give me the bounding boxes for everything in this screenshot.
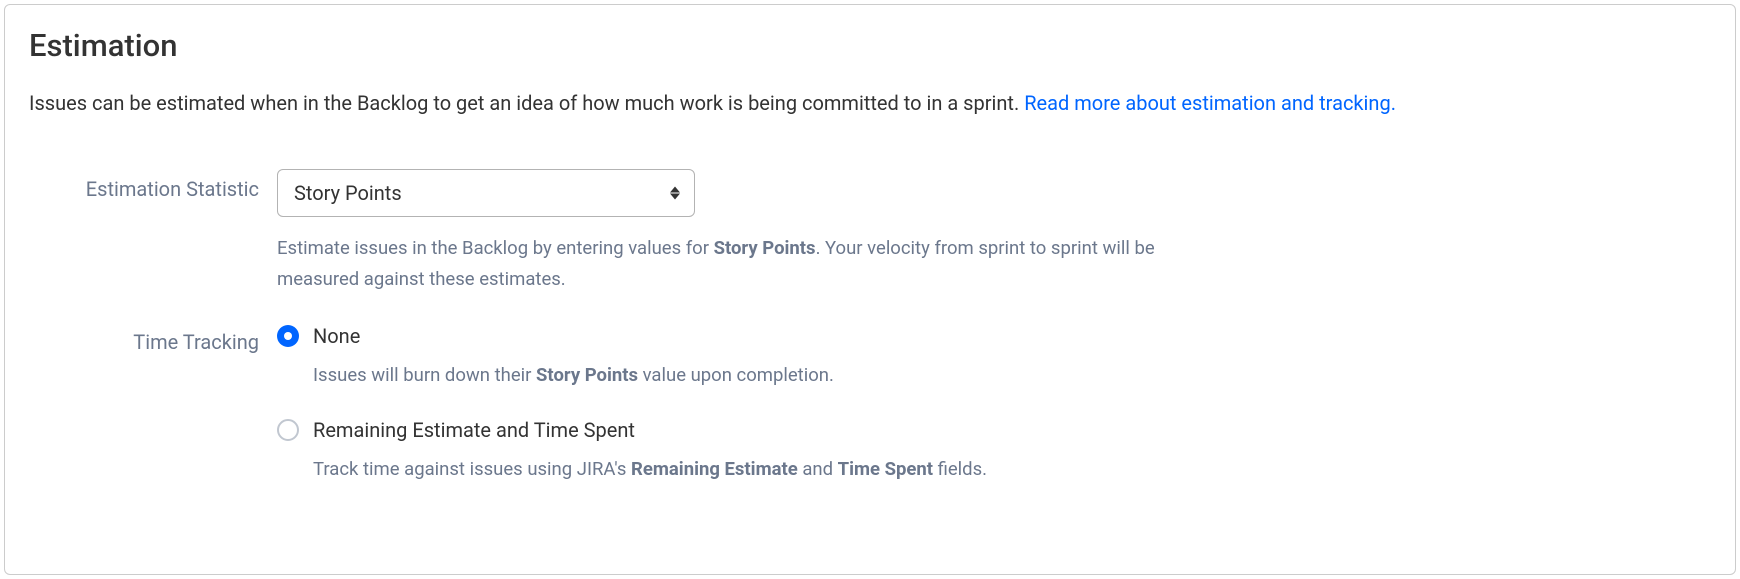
select-value: Story Points xyxy=(294,181,402,205)
radio-description-none: Issues will burn down their Story Points… xyxy=(313,362,1711,390)
estimation-statistic-label: Estimation Statistic xyxy=(29,169,277,201)
time-tracking-radio-group: None Issues will burn down their Story P… xyxy=(277,322,1711,484)
estimation-statistic-control: Story Points Estimate issues in the Back… xyxy=(277,169,1711,294)
radio-label-none: None xyxy=(313,322,1711,350)
panel-description: Issues can be estimated when in the Back… xyxy=(29,88,1711,119)
radio-unselected-icon xyxy=(277,419,299,441)
estimation-statistic-row: Estimation Statistic Story Points Estima… xyxy=(29,169,1711,294)
read-more-link[interactable]: Read more about estimation and tracking. xyxy=(1024,91,1396,115)
estimation-statistic-help: Estimate issues in the Backlog by enteri… xyxy=(277,233,1157,294)
radio-description-remaining: Track time against issues using JIRA's R… xyxy=(313,456,1711,484)
radio-option-remaining-estimate[interactable]: Remaining Estimate and Time Spent Track … xyxy=(277,416,1711,484)
time-tracking-row: Time Tracking None Issues will burn down… xyxy=(29,322,1711,484)
radio-content: None Issues will burn down their Story P… xyxy=(313,322,1711,390)
radio-content: Remaining Estimate and Time Spent Track … xyxy=(313,416,1711,484)
description-text: Issues can be estimated when in the Back… xyxy=(29,91,1024,115)
estimation-panel: Estimation Issues can be estimated when … xyxy=(4,4,1736,575)
time-tracking-control: None Issues will burn down their Story P… xyxy=(277,322,1711,484)
select-arrows-icon xyxy=(670,187,680,200)
radio-label-remaining: Remaining Estimate and Time Spent xyxy=(313,416,1711,444)
time-tracking-label: Time Tracking xyxy=(29,322,277,354)
panel-title: Estimation xyxy=(29,27,1711,64)
radio-selected-icon xyxy=(277,325,299,347)
estimation-statistic-select[interactable]: Story Points xyxy=(277,169,695,217)
radio-option-none[interactable]: None Issues will burn down their Story P… xyxy=(277,322,1711,390)
